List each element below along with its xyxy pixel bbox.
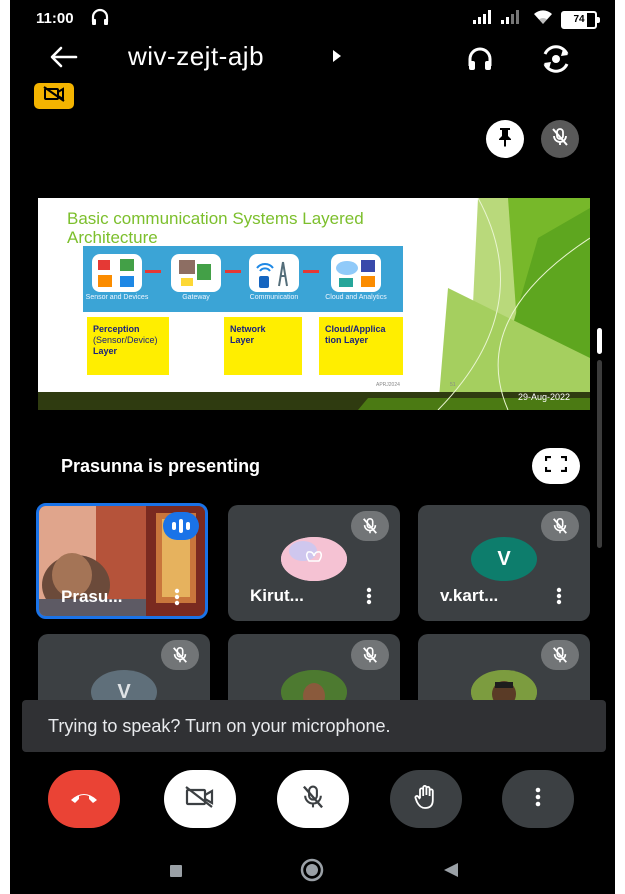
participant-tile-kirut[interactable]: Kirut... (228, 505, 400, 621)
diagram-arrow (225, 270, 241, 273)
more-options-icon[interactable] (174, 588, 180, 611)
gateway-icon (171, 254, 221, 292)
camera-toggle-button[interactable] (164, 770, 236, 828)
camera-off-icon (184, 785, 216, 814)
mic-off-icon (351, 511, 389, 541)
presentation-panel[interactable]: Basic communication Systems Layered Arch… (38, 118, 590, 490)
status-bar: 11:00 74 (10, 0, 615, 36)
hang-up-icon (69, 790, 99, 809)
fullscreen-icon (544, 455, 568, 477)
slide-footer-text: APRJ2024 (376, 382, 400, 388)
diagram-label-cloud: Cloud and Analytics (325, 294, 387, 301)
switch-camera-icon[interactable] (540, 45, 572, 78)
avatar-initial: V (497, 547, 511, 570)
status-time: 11:00 (36, 10, 74, 27)
diagram-label-sensor: Sensor and Devices (85, 294, 149, 301)
sensor-devices-icon (92, 254, 142, 292)
camera-off-icon (43, 85, 65, 107)
layer-title: Cloud/Applica (325, 324, 386, 334)
signal-icon (473, 10, 525, 29)
layer-box-cloud: Cloud/Applica tion Layer (319, 317, 403, 375)
participant-name: Prasu... (61, 587, 123, 606)
presenting-label: Prasunna is presenting (61, 456, 261, 476)
mic-off-icon (541, 640, 579, 670)
wifi-icon (533, 9, 553, 30)
headphones-icon[interactable] (466, 46, 494, 77)
layer-title: Network (230, 324, 266, 334)
more-options-icon[interactable] (556, 587, 562, 610)
layer-tail: Layer (230, 335, 255, 345)
scrollbar-track[interactable] (597, 360, 602, 548)
mic-off-icon (161, 640, 199, 670)
more-options-icon (535, 787, 541, 812)
mic-off-icon (550, 127, 570, 152)
participant-tile-prasunna[interactable]: Prasu... (36, 503, 208, 619)
more-options-icon[interactable] (366, 587, 372, 610)
status-icons: 74 (473, 9, 600, 30)
camera-off-badge (34, 83, 74, 109)
battery-icon: 74 (561, 10, 600, 29)
mic-off-icon (541, 511, 579, 541)
back-icon[interactable] (444, 863, 458, 882)
diagram-label-communication: Communication (249, 294, 299, 301)
slide-title: Basic communication Systems Layered Arch… (67, 209, 364, 247)
microphone-snackbar: Trying to speak? Turn on your microphone… (22, 700, 606, 752)
layer-subtitle: (Sensor/Device) (93, 335, 158, 345)
layer-box-perception: Perception (Sensor/Device) Layer (87, 317, 169, 375)
pin-button[interactable] (486, 120, 524, 158)
layer-box-network: Network Layer (224, 317, 302, 375)
slide-diagram: Sensor and Devices Gateway Communication… (83, 246, 403, 312)
participant-name: Kirut... (250, 586, 304, 605)
communication-icon (249, 254, 299, 292)
presenter-mute-indicator (541, 120, 579, 158)
layer-tail: tion Layer (325, 335, 369, 345)
recents-icon[interactable] (170, 864, 182, 882)
headset-icon (90, 8, 110, 31)
participant-name: v.kart... (440, 586, 499, 605)
shared-slide: Basic communication Systems Layered Arch… (38, 198, 590, 410)
avatar: V (471, 537, 537, 581)
microphone-toggle-button[interactable] (277, 770, 349, 828)
speaking-indicator-icon (163, 512, 199, 540)
scrollbar-thumb[interactable] (597, 328, 602, 354)
more-options-button[interactable] (502, 770, 574, 828)
raise-hand-button[interactable] (390, 770, 462, 828)
slide-page-number: 51 (450, 382, 456, 388)
meeting-code[interactable]: wiv-zejt-ajb (128, 41, 264, 72)
layer-title: Perception (93, 324, 140, 334)
phone-screen: 11:00 74 wiv-zejt-ajb Basic communicatio… (10, 0, 615, 894)
system-nav-bar (10, 846, 615, 894)
participant-tile-vkart[interactable]: V v.kart... (418, 505, 590, 621)
slide-date: 29-Aug-2022 (517, 392, 570, 402)
battery-level: 74 (573, 13, 585, 25)
avatar (281, 537, 347, 581)
home-icon[interactable] (300, 858, 324, 887)
back-arrow-icon[interactable] (48, 44, 80, 72)
caret-right-icon[interactable] (332, 49, 342, 67)
leave-call-button[interactable] (48, 770, 120, 828)
layer-tail: Layer (93, 346, 118, 356)
snackbar-message: Trying to speak? Turn on your microphone… (48, 715, 391, 736)
raise-hand-icon (414, 784, 438, 815)
mic-off-icon (351, 640, 389, 670)
diagram-arrow (303, 270, 319, 273)
cloud-analytics-icon (331, 254, 381, 292)
diagram-arrow (145, 270, 161, 273)
pin-icon (497, 127, 513, 152)
top-bar: wiv-zejt-ajb (10, 36, 615, 78)
fullscreen-button[interactable] (532, 448, 580, 484)
mic-off-icon (300, 784, 326, 815)
diagram-label-gateway: Gateway (182, 294, 210, 301)
